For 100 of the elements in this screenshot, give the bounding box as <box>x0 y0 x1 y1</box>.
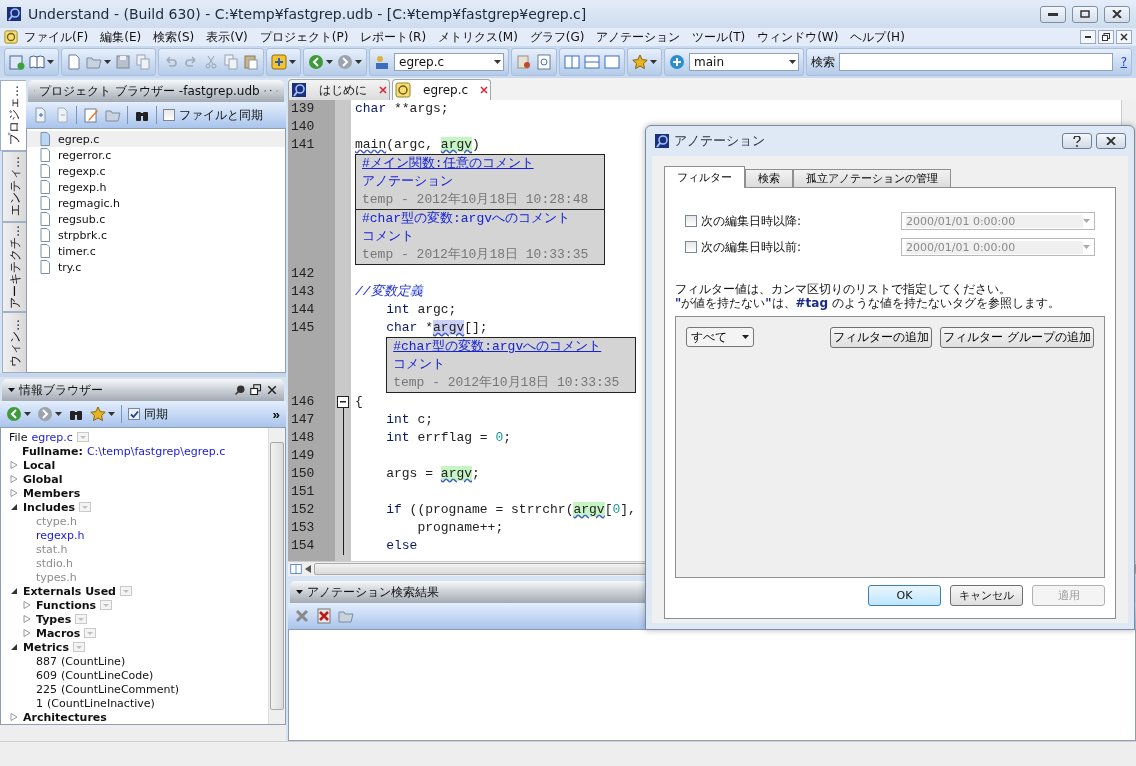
scope-dropdown[interactable]: main <box>689 53 799 71</box>
annotation-title-link[interactable]: #メイン関数:任意のコメント <box>362 155 604 173</box>
folder-button[interactable] <box>338 608 354 624</box>
back-button[interactable] <box>308 54 333 70</box>
dialog-button[interactable]: OK <box>868 585 941 606</box>
tree-group[interactable]: Macros <box>36 626 81 640</box>
scroll-left-icon[interactable] <box>305 565 311 573</box>
annotation-title-link[interactable]: #char型の変数:argvへのコメント <box>393 338 636 356</box>
file-dropdown[interactable]: egrep.c <box>394 53 504 71</box>
folder-button[interactable] <box>105 107 121 123</box>
collapsed-arrow-icon[interactable] <box>10 713 18 721</box>
editor-tab[interactable]: はじめに <box>288 79 390 100</box>
dialog-tab[interactable]: 検索 <box>745 169 793 188</box>
split-icon[interactable] <box>290 563 302 575</box>
include-file[interactable]: ctype.h <box>36 514 78 528</box>
expanded-arrow-icon[interactable] <box>10 643 18 651</box>
file-item[interactable]: egrep.c <box>27 131 285 147</box>
more-button[interactable]: » <box>272 406 280 422</box>
tree-group[interactable]: Local <box>23 458 56 472</box>
document-icon[interactable] <box>4 30 18 44</box>
collapsed-arrow-icon[interactable] <box>10 461 18 469</box>
add-file-button[interactable] <box>32 107 48 123</box>
menu-item[interactable]: グラフ(G) <box>523 28 591 46</box>
split-vertical-button[interactable] <box>564 54 580 70</box>
menu-item[interactable]: メトリクス(M) <box>432 28 524 46</box>
checkbox[interactable] <box>163 109 175 121</box>
menu-item[interactable]: プロジェクト(P) <box>253 28 355 46</box>
forward-button[interactable] <box>337 54 362 70</box>
file-item[interactable]: regexp.c <box>27 163 285 179</box>
minimize-button[interactable] <box>1080 30 1096 44</box>
tree-group[interactable]: Metrics <box>23 640 69 654</box>
new-project-button[interactable] <box>9 54 25 70</box>
collapsed-arrow-icon[interactable] <box>23 615 31 623</box>
file-item[interactable]: strpbrk.c <box>27 227 285 243</box>
analyze-button[interactable] <box>271 54 296 70</box>
close-button[interactable] <box>1096 133 1126 149</box>
entity-link[interactable]: egrep.c <box>31 430 73 444</box>
expanded-arrow-icon[interactable] <box>10 587 18 595</box>
file-item[interactable]: regexp.h <box>27 179 285 195</box>
back-button[interactable] <box>6 406 31 422</box>
file-item[interactable]: regmagic.h <box>27 195 285 211</box>
new-file-button[interactable] <box>66 54 82 70</box>
paste-button[interactable] <box>243 54 259 70</box>
maximize-button[interactable] <box>1072 5 1098 23</box>
side-tab[interactable]: アーキテクチ... <box>2 221 26 313</box>
include-file[interactable]: types.h <box>36 570 77 584</box>
favorites-button[interactable] <box>632 54 657 70</box>
match-dropdown[interactable]: すべて <box>686 327 754 347</box>
collapsed-arrow-icon[interactable] <box>10 475 18 483</box>
menu-item[interactable]: ファイル(F) <box>18 28 95 46</box>
add-filter-button[interactable]: フィルター グループの追加 <box>940 327 1094 348</box>
path-link[interactable]: C:\temp\fastgrep\egrep.c <box>86 444 226 458</box>
menu-item[interactable]: ヘルプ(H) <box>844 28 911 46</box>
dialog-button[interactable]: キャンセル <box>950 585 1023 606</box>
tree-group[interactable]: Includes <box>23 500 75 514</box>
split-horizontal-button[interactable] <box>584 54 600 70</box>
open-button[interactable] <box>86 54 111 70</box>
tree-group[interactable]: Functions <box>36 598 97 612</box>
side-tab[interactable]: プロジェ... <box>0 80 26 151</box>
favorites-button[interactable] <box>90 406 115 422</box>
tree-group[interactable]: Global <box>23 472 63 486</box>
menu-item[interactable]: ウィンドウ(W) <box>751 28 845 46</box>
tree-group[interactable]: Architectures <box>23 710 107 724</box>
checkbox[interactable] <box>128 408 140 420</box>
checkbox[interactable] <box>685 215 697 227</box>
forward-button[interactable] <box>37 406 62 422</box>
collapsed-arrow-icon[interactable] <box>23 601 31 609</box>
checkbox[interactable] <box>685 241 697 253</box>
restore-button[interactable] <box>1098 30 1114 44</box>
include-file[interactable]: stat.h <box>36 542 68 556</box>
include-file[interactable]: regexp.h <box>36 528 85 542</box>
editor-tab[interactable]: egrep.c <box>392 79 492 100</box>
menu-item[interactable]: 編集(E) <box>94 28 148 46</box>
file-item[interactable]: regsub.c <box>27 211 285 227</box>
edit-button[interactable] <box>83 107 99 123</box>
annotation-title-link[interactable]: #char型の変数:argvへのコメント <box>362 210 604 228</box>
file-item[interactable]: regerror.c <box>27 147 285 163</box>
file-item[interactable]: timer.c <box>27 243 285 259</box>
book-button[interactable] <box>29 54 54 70</box>
expanded-arrow-icon[interactable] <box>10 503 18 511</box>
menu-item[interactable]: 検索(S) <box>147 28 201 46</box>
search-field[interactable] <box>839 53 1113 71</box>
minimize-button[interactable] <box>1040 5 1066 23</box>
scrollbar[interactable] <box>268 428 285 724</box>
add-button[interactable] <box>669 54 685 70</box>
help-button[interactable] <box>1062 133 1092 149</box>
file-item[interactable]: try.c <box>27 259 285 275</box>
dialog-tab[interactable]: フィルター <box>664 166 745 188</box>
single-pane-button[interactable] <box>604 54 620 70</box>
report-button[interactable] <box>516 54 532 70</box>
add-filter-button[interactable]: フィルターの追加 <box>830 327 933 348</box>
side-tab[interactable]: エンティ... <box>2 150 26 222</box>
side-tab[interactable]: ウィン... <box>2 312 26 374</box>
close-button[interactable] <box>1104 5 1130 23</box>
menu-item[interactable]: ツール(T) <box>686 28 752 46</box>
tree-group[interactable]: Members <box>23 486 81 500</box>
close-button[interactable] <box>1116 30 1132 44</box>
tree-group[interactable]: Types <box>36 612 72 626</box>
delete-all-button[interactable] <box>316 608 332 624</box>
collapse-icon[interactable] <box>337 396 349 408</box>
